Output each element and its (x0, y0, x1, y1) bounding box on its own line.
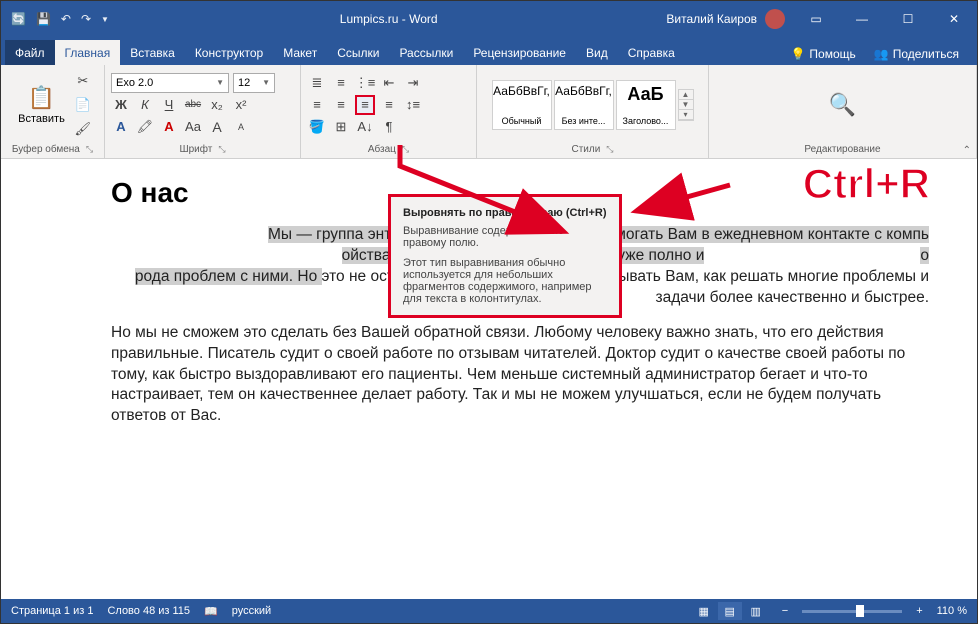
zoom-out-button[interactable]: − (782, 605, 788, 617)
view-web-icon[interactable]: ▥ (744, 602, 768, 620)
styles-scroll[interactable]: ▲▼▾ (678, 89, 694, 121)
highlight-color-icon[interactable]: 🖍 (135, 117, 155, 137)
show-marks-icon[interactable]: ¶ (379, 117, 399, 137)
line-spacing-icon[interactable]: ↕≡ (403, 95, 423, 115)
window-title: Lumpics.ru - Word (119, 12, 658, 26)
group-font: Exo 2.0▼ 12▼ Ж К Ч abc x₂ x² A 🖍 A Aa A (105, 65, 301, 158)
group-styles: АаБбВвГг,Обычный АаБбВвГг,Без инте... Аа… (477, 65, 709, 158)
qat-more-icon[interactable]: ▼ (101, 15, 109, 24)
paragraph-2: Но мы не сможем это сделать без Вашей об… (111, 323, 929, 428)
tooltip-title: Выровнять по правому краю (Ctrl+R) (403, 207, 607, 219)
zoom-slider[interactable] (802, 610, 902, 613)
paragraph-dialog-icon[interactable]: ⤡ (402, 144, 409, 155)
grow-font-button[interactable]: A (207, 117, 227, 137)
share-icon: 👥 (874, 47, 889, 61)
italic-button[interactable]: К (135, 95, 155, 115)
find-button[interactable]: 🔍 (823, 72, 862, 138)
redo-icon[interactable]: ↷ (81, 12, 91, 26)
align-center-icon[interactable]: ≡ (331, 95, 351, 115)
tab-references[interactable]: Ссылки (327, 40, 389, 65)
justify-icon[interactable]: ≡ (379, 95, 399, 115)
font-size-select[interactable]: 12▼ (233, 73, 275, 93)
borders-icon[interactable]: ⊞ (331, 117, 351, 137)
view-buttons: ▦ ▤ ▥ (692, 602, 768, 620)
search-icon: 🔍 (829, 92, 856, 118)
tab-review[interactable]: Рецензирование (463, 40, 576, 65)
status-language[interactable]: русский (232, 605, 271, 617)
user-avatar-icon[interactable] (765, 9, 785, 29)
undo-icon[interactable]: ↶ (61, 12, 71, 26)
tab-view[interactable]: Вид (576, 40, 618, 65)
view-read-icon[interactable]: ▦ (692, 602, 716, 620)
sort-icon[interactable]: A↓ (355, 117, 375, 137)
status-page[interactable]: Страница 1 из 1 (11, 605, 93, 617)
numbering-icon[interactable]: ≡ (331, 73, 351, 93)
tab-mailings[interactable]: Рассылки (389, 40, 463, 65)
tell-me[interactable]: 💡Помощь (784, 43, 861, 65)
decrease-indent-icon[interactable]: ⇤ (379, 73, 399, 93)
subscript-button[interactable]: x₂ (207, 95, 227, 115)
clipboard-icon: 📋 (28, 85, 55, 111)
share-button[interactable]: 👥Поделиться (868, 43, 965, 65)
group-editing: 🔍 Редактирование (709, 65, 977, 158)
style-normal[interactable]: АаБбВвГг,Обычный (492, 80, 552, 130)
quick-access-toolbar: 🔄 💾 ↶ ↷ ▼ (1, 12, 119, 26)
bullets-icon[interactable]: ≣ (307, 73, 327, 93)
font-dialog-icon[interactable]: ⤡ (218, 144, 225, 155)
cut-icon[interactable]: ✂ (73, 71, 93, 91)
tab-file[interactable]: Файл (5, 40, 55, 65)
lightbulb-icon: 💡 (790, 47, 805, 61)
autosave-icon[interactable]: 🔄 (11, 12, 26, 26)
style-heading1[interactable]: АаБЗаголово... (616, 80, 676, 130)
maximize-button[interactable]: ☐ (885, 1, 931, 37)
ribbon-tabs: Файл Главная Вставка Конструктор Макет С… (1, 37, 977, 65)
paste-button[interactable]: 📋 Вставить (12, 72, 71, 138)
underline-button[interactable]: Ч (159, 95, 179, 115)
increase-indent-icon[interactable]: ⇥ (403, 73, 423, 93)
shrink-font-button[interactable]: A (231, 117, 251, 137)
strikethrough-button[interactable]: abc (183, 95, 203, 115)
ribbon: 📋 Вставить ✂ 📄 🖌 Буфер обмена⤡ Exo 2.0▼ … (1, 65, 977, 159)
annotation-ctrl-r: Ctrl+R (803, 160, 930, 208)
tab-insert[interactable]: Вставка (120, 40, 185, 65)
styles-dialog-icon[interactable]: ⤡ (606, 144, 613, 155)
change-case-button[interactable]: Aa (183, 117, 203, 137)
font-color-icon[interactable]: A (159, 117, 179, 137)
clipboard-dialog-icon[interactable]: ⤡ (86, 144, 93, 155)
tooltip-detail: Этот тип выравнивания обычно используетс… (403, 257, 607, 305)
zoom-value[interactable]: 110 % (937, 605, 967, 617)
tab-design[interactable]: Конструктор (185, 40, 273, 65)
status-bar: Страница 1 из 1 Слово 48 из 115 📖 русски… (1, 599, 977, 623)
style-no-spacing[interactable]: АаБбВвГг,Без инте... (554, 80, 614, 130)
tab-help[interactable]: Справка (618, 40, 685, 65)
status-proofing-icon[interactable]: 📖 (204, 605, 218, 618)
align-left-icon[interactable]: ≡ (307, 95, 327, 115)
minimize-button[interactable]: — (839, 1, 885, 37)
align-right-tooltip: Выровнять по правому краю (Ctrl+R) Вырав… (388, 194, 622, 318)
tab-home[interactable]: Главная (55, 40, 121, 65)
save-icon[interactable]: 💾 (36, 12, 51, 26)
format-painter-icon[interactable]: 🖌 (73, 119, 93, 139)
tab-layout[interactable]: Макет (273, 40, 327, 65)
zoom-in-button[interactable]: + (916, 605, 922, 617)
align-right-icon[interactable]: ≡ (355, 95, 375, 115)
shading-icon[interactable]: 🪣 (307, 117, 327, 137)
user-area[interactable]: Виталий Каиров (658, 9, 793, 29)
user-name: Виталий Каиров (666, 12, 757, 26)
text-effects-icon[interactable]: A (111, 117, 131, 137)
collapse-ribbon-icon[interactable]: ⌃ (963, 145, 971, 156)
title-bar: 🔄 💾 ↶ ↷ ▼ Lumpics.ru - Word Виталий Каир… (1, 1, 977, 37)
superscript-button[interactable]: x² (231, 95, 251, 115)
multilevel-list-icon[interactable]: ⋮≡ (355, 73, 375, 93)
close-button[interactable]: ✕ (931, 1, 977, 37)
group-paragraph: ≣ ≡ ⋮≡ ⇤ ⇥ ≡ ≡ ≡ ≡ ↕≡ 🪣 ⊞ A↓ ¶ (301, 65, 477, 158)
view-print-icon[interactable]: ▤ (718, 602, 742, 620)
font-name-select[interactable]: Exo 2.0▼ (111, 73, 229, 93)
group-clipboard: 📋 Вставить ✂ 📄 🖌 Буфер обмена⤡ (1, 65, 105, 158)
copy-icon[interactable]: 📄 (73, 95, 93, 115)
tooltip-desc: Выравнивание содержимого по правому полю… (403, 225, 607, 249)
bold-button[interactable]: Ж (111, 95, 131, 115)
status-words[interactable]: Слово 48 из 115 (107, 605, 190, 617)
ribbon-options-icon[interactable]: ▭ (793, 1, 839, 37)
